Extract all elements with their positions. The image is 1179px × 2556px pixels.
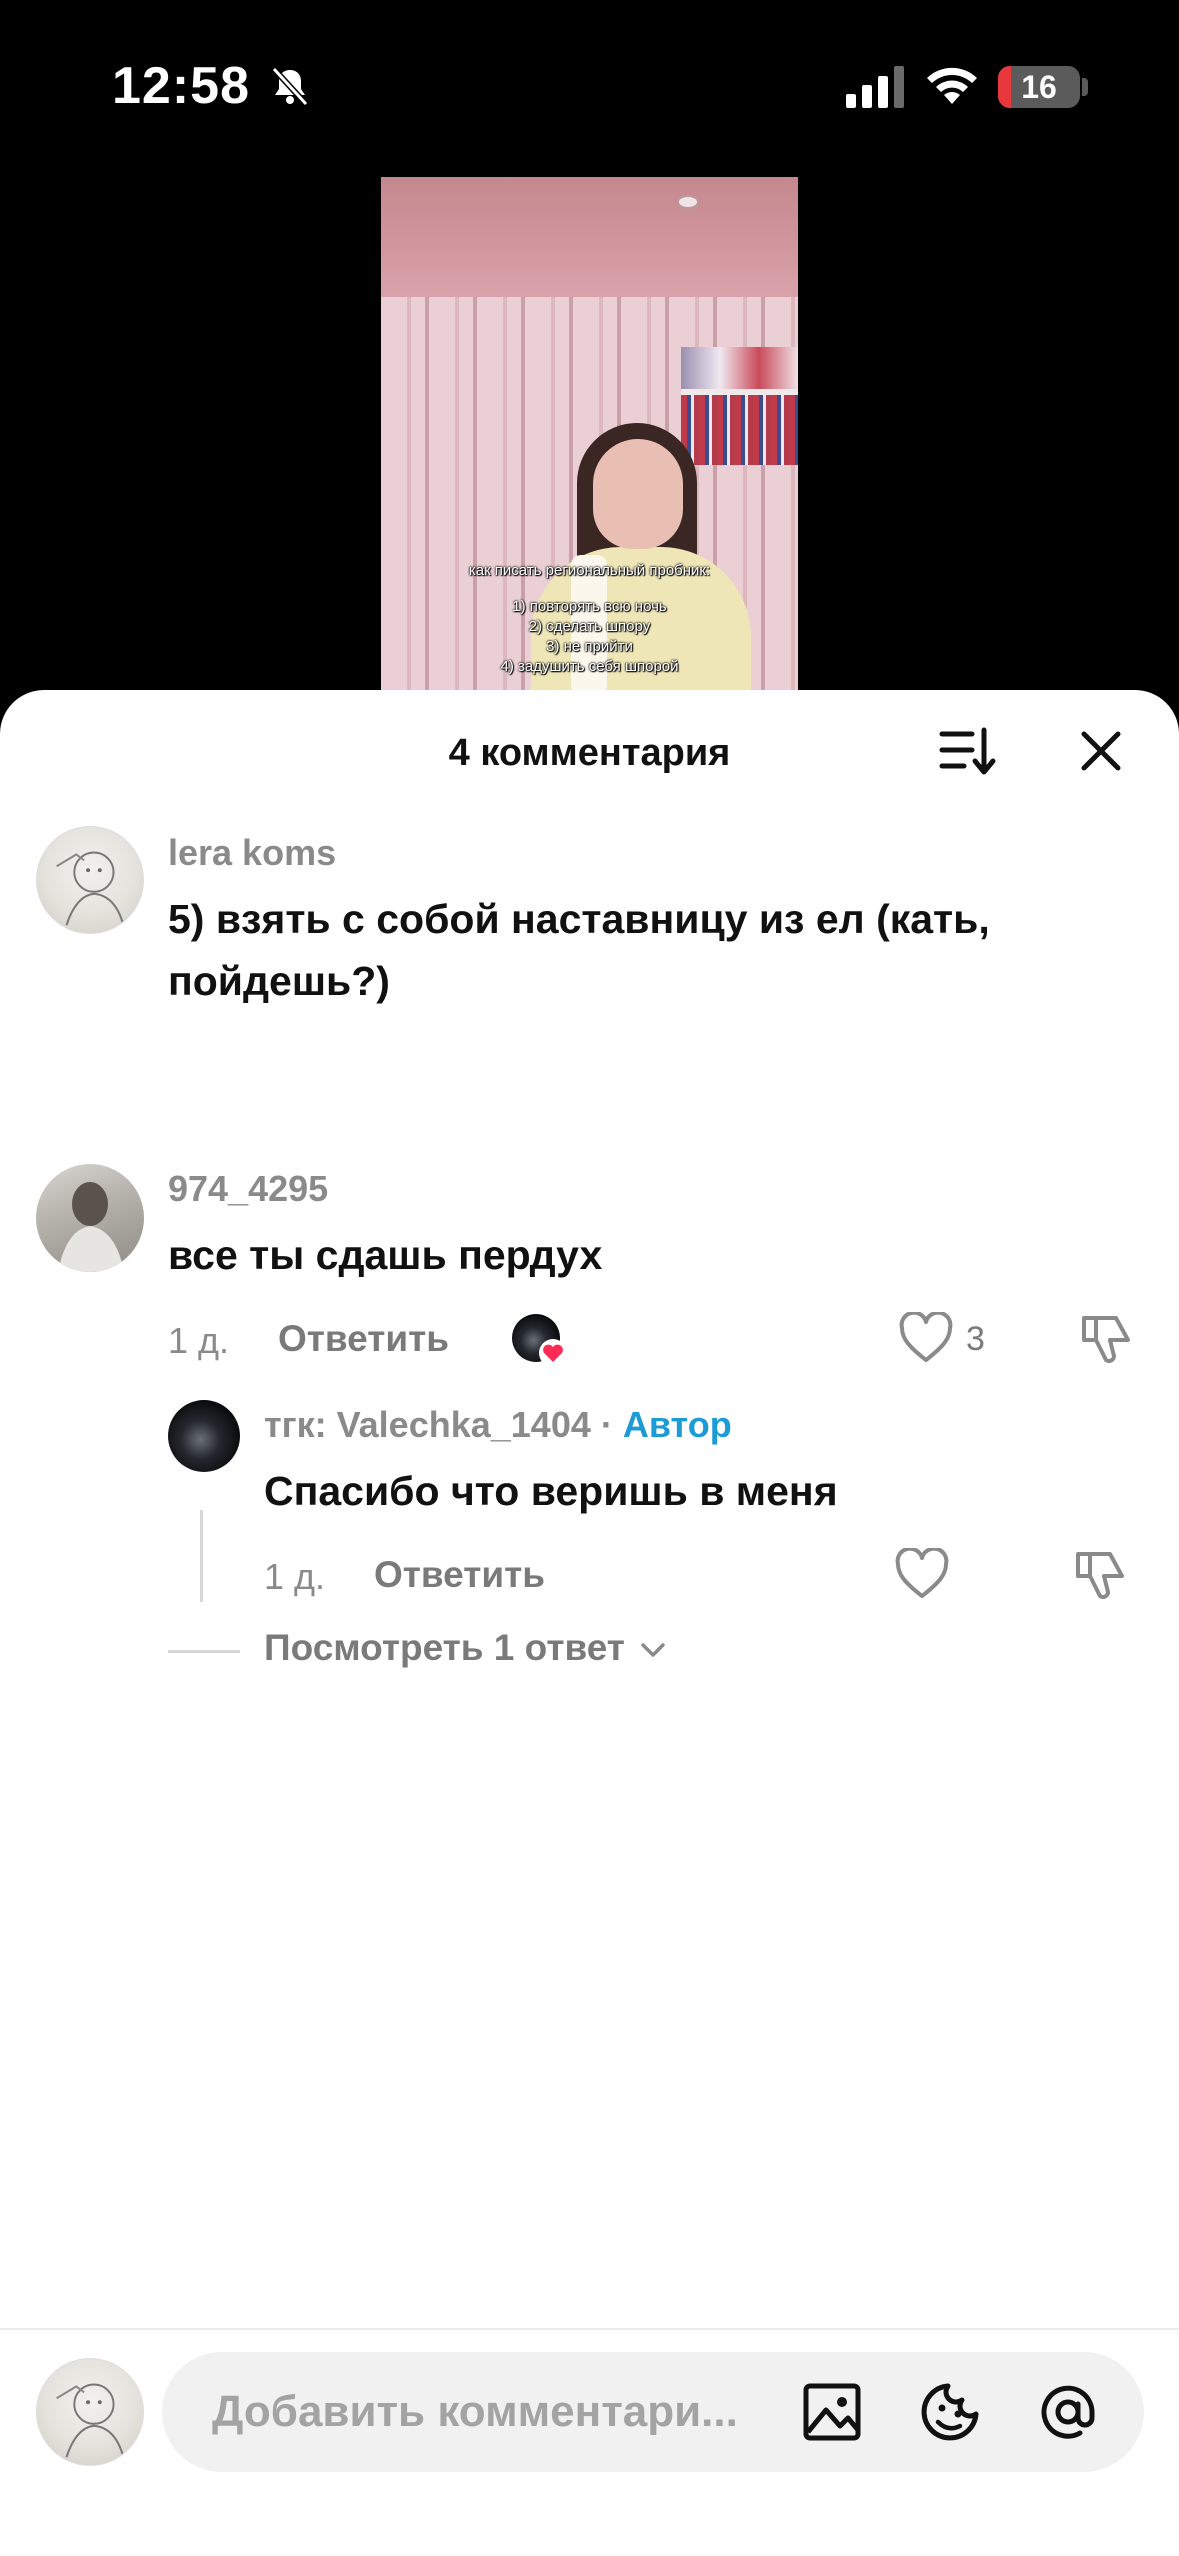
heart-outline-icon[interactable] <box>894 1548 950 1600</box>
my-avatar[interactable] <box>36 2358 144 2466</box>
comment-time: 1 д. <box>168 1320 230 1361</box>
view-replies-button[interactable]: Посмотреть 1 ответ <box>264 1627 667 1669</box>
video-overlay-title: как писать региональный пробник: <box>468 562 711 579</box>
dislike-icon[interactable] <box>1072 1546 1128 1602</box>
mention-icon[interactable] <box>1036 2380 1100 2444</box>
cellular-signal-icon <box>846 66 904 108</box>
comments-count-title: 4 комментария <box>448 732 731 774</box>
creator-liked-avatar <box>512 1314 567 1367</box>
status-bar: 12:58 16 <box>0 0 1179 170</box>
status-time: 12:58 <box>112 57 250 115</box>
like-count: 3 <box>966 1320 985 1358</box>
author-tag: Автор <box>622 1404 732 1445</box>
video-preview[interactable]: как писать региональный пробник: 1) повт… <box>381 177 798 697</box>
heart-outline-icon[interactable] <box>898 1312 954 1364</box>
medals <box>681 395 798 465</box>
reply-username[interactable]: тгк: Valechka_1404 <box>264 1404 591 1445</box>
comment-input-placeholder[interactable]: Добавить комментари... <box>212 2352 762 2472</box>
dislike-icon[interactable] <box>1078 1310 1134 1366</box>
overlay-item: 3) не прийти <box>546 638 633 655</box>
shelf-decor <box>681 347 798 389</box>
comment-text: все ты сдашь пердух <box>168 1232 603 1278</box>
separator-dot: · <box>600 1404 613 1445</box>
reply-time: 1 д. <box>264 1556 326 1597</box>
close-icon[interactable] <box>1076 726 1126 776</box>
comment-username[interactable]: lera koms <box>168 832 336 874</box>
photo-avatar-icon <box>58 1182 124 1272</box>
comment-text: 5) взять с собой наставницу из ел (кать,… <box>168 896 990 1004</box>
sticker-icon[interactable] <box>918 2380 982 2444</box>
video-overlay-list: 1) повторять всю ночь 2) сделать шпору 3… <box>381 597 798 677</box>
ceiling-light <box>677 195 699 209</box>
composer-divider <box>0 2328 1179 2330</box>
reply-username-line: тгк: Valechka_1404 · Автор <box>264 1404 732 1446</box>
reply-button[interactable]: Ответить <box>374 1554 545 1596</box>
battery-icon: 16 <box>998 66 1080 108</box>
replies-divider <box>168 1650 240 1653</box>
comment-input[interactable]: Добавить комментари... <box>162 2352 1144 2472</box>
wifi-icon <box>927 67 977 104</box>
battery-cap <box>1082 78 1088 96</box>
heart-badge-icon <box>539 1339 567 1367</box>
view-replies-label: Посмотреть 1 ответ <box>264 1627 625 1668</box>
bell-slash-icon <box>271 66 309 107</box>
overlay-item: 4) задушить себя шпорой <box>500 658 679 675</box>
avatar[interactable] <box>36 1164 144 1272</box>
overlay-item: 2) сделать шпору <box>528 618 651 635</box>
reply-text: Спасибо что веришь в меня <box>264 1468 838 1514</box>
avatar[interactable] <box>36 826 144 934</box>
image-icon[interactable] <box>800 2380 864 2444</box>
sketch-avatar-icon <box>56 2383 125 2458</box>
thread-line <box>200 1510 203 1602</box>
reply-button[interactable]: Ответить <box>278 1318 449 1360</box>
reply-avatar[interactable] <box>168 1400 240 1472</box>
sketch-avatar-icon <box>56 851 125 926</box>
person-face <box>593 439 683 549</box>
chevron-down-icon <box>641 1643 665 1657</box>
comment-username[interactable]: 974_4295 <box>168 1168 328 1210</box>
overlay-item: 1) повторять всю ночь <box>512 598 667 615</box>
sort-icon[interactable] <box>938 724 998 780</box>
battery-level: 16 <box>1021 69 1057 105</box>
video-ceiling <box>381 177 798 297</box>
